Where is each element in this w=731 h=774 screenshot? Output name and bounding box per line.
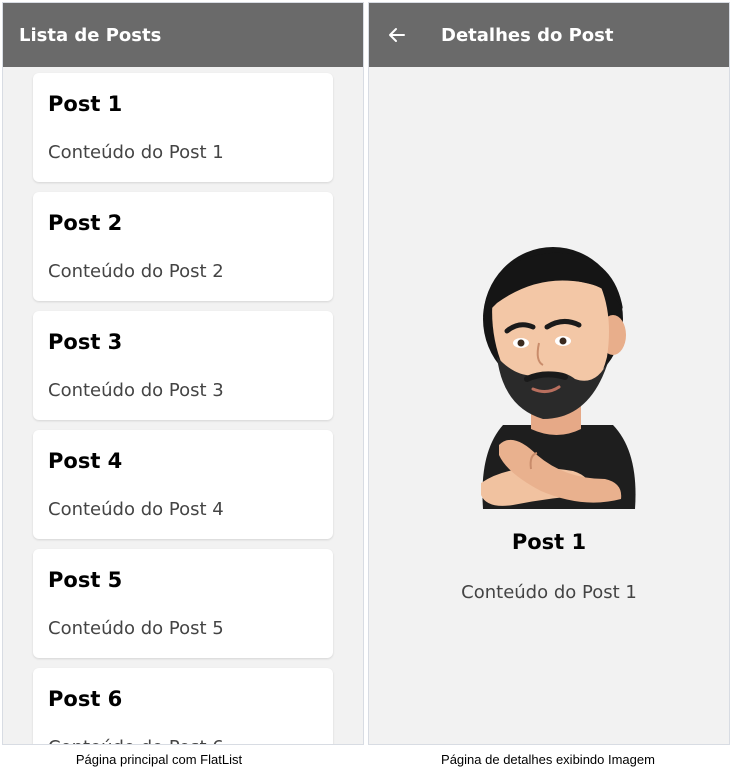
post-detail-body: Conteúdo do Post 1 (461, 582, 637, 603)
post-card[interactable]: Post 4 Conteúdo do Post 4 (33, 430, 333, 539)
app-header: Detalhes do Post (369, 3, 729, 67)
post-card[interactable]: Post 5 Conteúdo do Post 5 (33, 549, 333, 658)
post-detail-screen: Detalhes do Post Post 1 Conteúdo do Post… (368, 2, 730, 745)
post-card[interactable]: Post 3 Conteúdo do Post 3 (33, 311, 333, 420)
post-body: Conteúdo do Post 4 (48, 499, 224, 520)
app-header: Lista de Posts (3, 3, 363, 67)
post-card[interactable]: Post 6 Conteúdo do Post 6 (33, 668, 333, 744)
post-card[interactable]: Post 2 Conteúdo do Post 2 (33, 192, 333, 301)
post-body: Conteúdo do Post 1 (48, 142, 224, 163)
avatar-image (481, 247, 636, 509)
post-body: Conteúdo do Post 3 (48, 380, 224, 401)
post-body: Conteúdo do Post 6 (48, 737, 318, 744)
back-button[interactable] (385, 23, 409, 47)
caption-left: Página principal com FlatList (75, 752, 243, 767)
post-title: Post 2 (48, 211, 123, 235)
post-title: Post 5 (48, 568, 123, 592)
header-title: Lista de Posts (19, 24, 162, 46)
post-title: Post 4 (48, 449, 123, 473)
arrow-left-icon (389, 28, 405, 42)
post-body: Conteúdo do Post 2 (48, 261, 224, 282)
post-flatlist[interactable]: Post 1 Conteúdo do Post 1 Post 2 Conteúd… (33, 73, 333, 744)
post-list-screen: Lista de Posts Post 1 Conteúdo do Post 1… (2, 2, 364, 745)
post-card[interactable]: Post 1 Conteúdo do Post 1 (33, 73, 333, 182)
post-title: Post 3 (48, 330, 123, 354)
post-title: Post 6 (48, 687, 123, 711)
post-detail-title: Post 1 (511, 530, 587, 554)
post-title: Post 1 (48, 92, 123, 116)
header-title: Detalhes do Post (441, 24, 614, 46)
caption-right: Página de detalhes exibindo Imagem (441, 752, 655, 767)
post-body: Conteúdo do Post 5 (48, 618, 224, 639)
